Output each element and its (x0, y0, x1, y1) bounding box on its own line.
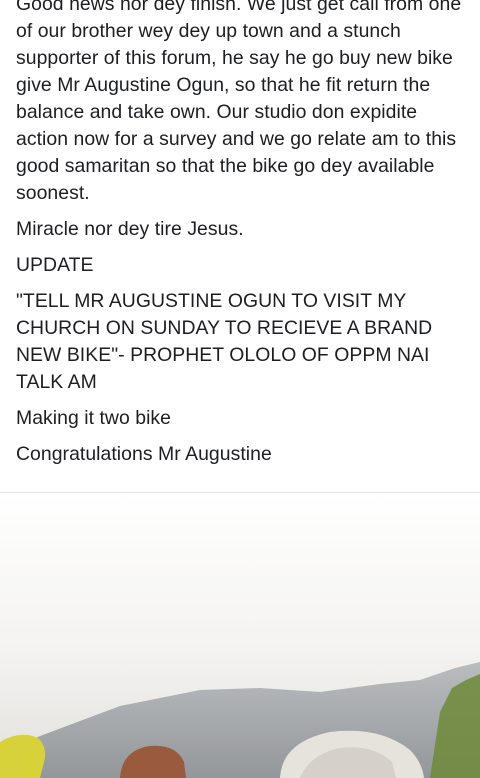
photo-illustration (0, 493, 480, 778)
photo-yellow-helmet (0, 734, 46, 778)
post-paragraph: UPDATE (16, 254, 94, 276)
post-photo[interactable] (0, 492, 480, 778)
post-text: Good news nor dey finish. We just get ca… (0, 0, 480, 477)
post-paragraph: Congratulations Mr Augustine (16, 443, 272, 465)
post-paragraph: Miracle nor dey tire Jesus. (16, 218, 244, 240)
post-paragraph: Good news nor dey finish. We just get ca… (16, 0, 462, 204)
post-paragraph: Making it two bike (16, 407, 172, 429)
post-paragraph: "TELL MR AUGUSTINE OGUN TO VISIT MY CHUR… (16, 290, 433, 393)
